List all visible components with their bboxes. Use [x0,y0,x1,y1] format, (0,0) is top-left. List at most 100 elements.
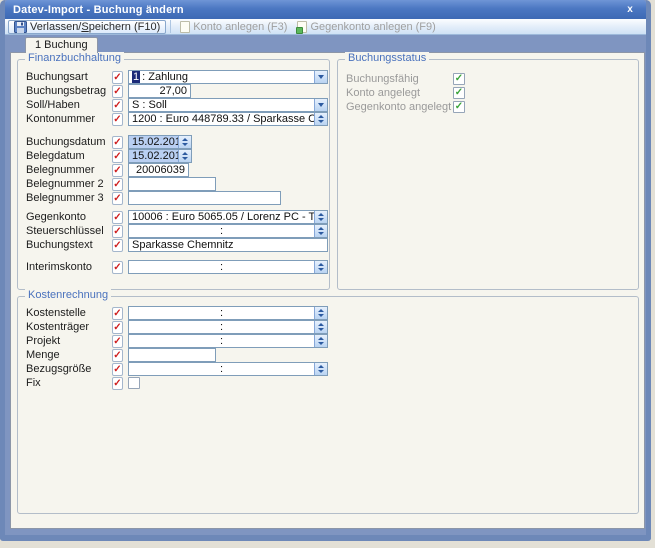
row-bezugsgroesse: Bezugsgröße ✓ : [26,362,638,376]
interimskonto-spinner[interactable]: : [128,260,328,274]
apply-check-icon[interactable]: ✓ [112,178,123,191]
title-bar: Datev-Import - Buchung ändern x [5,0,646,19]
row-konto-angelegt: Konto angelegt ✓ [346,86,638,100]
spinner-icon[interactable] [314,211,327,223]
buchungsdatum-spinner[interactable]: 15.02.2010 /Mo [128,135,192,149]
dropdown-arrow-icon[interactable] [314,99,327,111]
kostenstelle-label: Kostenstelle [26,307,112,319]
apply-check-icon[interactable]: ✓ [112,136,123,149]
fix-checkbox[interactable] [128,377,140,389]
belegnummer3-input[interactable] [128,191,281,205]
save-exit-label: Verlassen/Speichern (F10) [30,21,160,33]
apply-check-icon[interactable]: ✓ [112,71,123,84]
spinner-icon[interactable] [314,225,327,237]
belegnummer2-input[interactable] [128,177,216,191]
spinner-icon[interactable] [314,113,327,125]
menge-input[interactable] [128,348,216,362]
kontonummer-value: 1200 : Euro 448789.33 / Sparkasse Chemni… [129,113,314,125]
gegenkonto-angelegt-checkbox[interactable]: ✓ [453,101,465,113]
steuerschluessel-spinner[interactable]: : [128,224,328,238]
create-contra-account-label: Gegenkonto anlegen (F9) [310,21,435,33]
apply-check-icon[interactable]: ✓ [112,150,123,163]
row-kostentraeger: Kostenträger ✓ : [26,320,638,334]
group-kostenrechnung: Kostenrechnung Kostenstelle ✓ : Kostentr… [17,296,639,514]
bezugsgroesse-spinner[interactable]: : [128,362,328,376]
buchungsbetrag-label: Buchungsbetrag [26,85,112,97]
spinner-icon[interactable] [314,321,327,333]
kostentraeger-value: : [129,321,314,333]
spinner-icon[interactable] [314,307,327,319]
apply-check-icon[interactable]: ✓ [112,335,123,348]
tab-1-buchung[interactable]: 1 Buchung [25,37,98,53]
datev-import-window: Datev-Import - Buchung ändern x Verlasse… [0,0,651,541]
buchungsart-dropdown[interactable]: 1: Zahlung [128,70,328,84]
gegenkonto-angelegt-label: Gegenkonto angelegt [346,101,453,113]
save-exit-button[interactable]: Verlassen/Speichern (F10) [8,20,166,34]
projekt-value: : [129,335,314,347]
apply-check-icon[interactable]: ✓ [112,99,123,112]
toolbar: Verlassen/Speichern (F10) Konto anlegen … [5,19,646,35]
new-contra-account-icon [297,21,307,33]
row-buchungsbetrag: Buchungsbetrag ✓ [26,84,329,98]
new-account-icon [180,21,190,33]
row-interimskonto: Interimskonto ✓ : [26,260,329,274]
belegnummer-input[interactable] [128,163,189,177]
fix-label: Fix [26,377,112,389]
buchungsfaehig-checkbox[interactable]: ✓ [453,73,465,85]
apply-check-icon[interactable]: ✓ [112,164,123,177]
apply-check-icon[interactable]: ✓ [112,363,123,376]
gegenkonto-spinner[interactable]: 10006 : Euro 5065.05 / Lorenz PC - Techn… [128,210,328,224]
projekt-spinner[interactable]: : [128,334,328,348]
apply-check-icon[interactable]: ✓ [112,225,123,238]
group-buchungsstatus: Buchungsstatus Buchungsfähig ✓ Konto ang… [337,59,639,290]
spinner-icon[interactable] [314,363,327,375]
buchungsbetrag-input[interactable] [128,84,191,98]
soll-haben-label: Soll/Haben [26,99,112,111]
apply-check-icon[interactable]: ✓ [112,261,123,274]
bezugsgroesse-label: Bezugsgröße [26,363,112,375]
create-account-button: Konto anlegen (F3) [175,20,292,34]
buchungsfaehig-label: Buchungsfähig [346,73,453,85]
apply-check-icon[interactable]: ✓ [112,307,123,320]
buchungstext-input[interactable] [128,238,328,252]
close-icon[interactable]: x [622,3,638,17]
belegdatum-value: 15.02.2010 /Mo [129,150,178,162]
dropdown-arrow-icon[interactable] [314,71,327,83]
buchungsart-label: Buchungsart [26,71,112,83]
spinner-icon[interactable] [178,136,191,148]
buchungstext-label: Buchungstext [26,239,112,251]
apply-check-icon[interactable]: ✓ [112,321,123,334]
save-icon [14,21,27,33]
kostenstelle-spinner[interactable]: : [128,306,328,320]
apply-check-icon[interactable]: ✓ [112,192,123,205]
group-title-buchungsstatus: Buchungsstatus [345,52,429,64]
apply-check-icon[interactable]: ✓ [112,239,123,252]
group-finanzbuchhaltung: Finanzbuchhaltung Buchungsart ✓ 1: Zahlu… [17,59,330,290]
row-belegnummer2: Belegnummer 2 ✓ [26,177,329,191]
belegnummer3-label: Belegnummer 3 [26,192,112,204]
row-buchungsdatum: Buchungsdatum ✓ 15.02.2010 /Mo [26,135,329,149]
spinner-icon[interactable] [314,335,327,347]
soll-haben-value: S : Soll [129,99,314,111]
belegdatum-spinner[interactable]: 15.02.2010 /Mo [128,149,192,163]
row-belegnummer3: Belegnummer 3 ✓ [26,191,329,205]
apply-check-icon[interactable]: ✓ [112,349,123,362]
konto-angelegt-checkbox[interactable]: ✓ [453,87,465,99]
apply-check-icon[interactable]: ✓ [112,377,123,390]
spinner-icon[interactable] [178,150,191,162]
kostentraeger-label: Kostenträger [26,321,112,333]
apply-check-icon[interactable]: ✓ [112,85,123,98]
row-kostenstelle: Kostenstelle ✓ : [26,306,638,320]
kostentraeger-spinner[interactable]: : [128,320,328,334]
spinner-icon[interactable] [314,261,327,273]
main-area: 1 Buchung Finanzbuchhaltung Buchungsart … [5,36,646,535]
group-title-kostenrechnung: Kostenrechnung [25,289,111,301]
row-menge: Menge ✓ [26,348,638,362]
kontonummer-spinner[interactable]: 1200 : Euro 448789.33 / Sparkasse Chemni… [128,112,328,126]
soll-haben-dropdown[interactable]: S : Soll [128,98,328,112]
bezugsgroesse-value: : [129,363,314,375]
apply-check-icon[interactable]: ✓ [112,113,123,126]
apply-check-icon[interactable]: ✓ [112,211,123,224]
row-belegdatum: Belegdatum ✓ 15.02.2010 /Mo [26,149,329,163]
steuerschluessel-value: : [129,225,314,237]
